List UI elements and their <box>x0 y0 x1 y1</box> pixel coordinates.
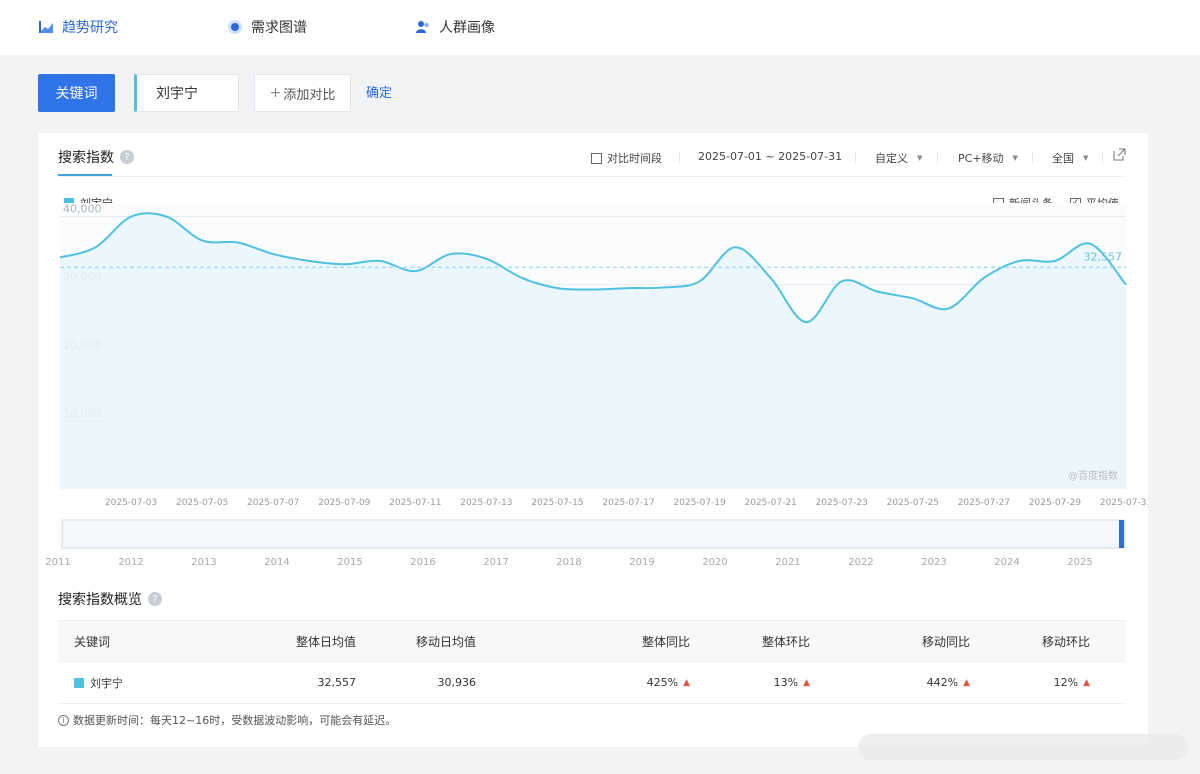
trend-chart-icon <box>38 19 54 35</box>
nav-demand-label: 需求图谱 <box>251 20 307 36</box>
year-tick-label: 2024 <box>994 557 1019 568</box>
header-keyword: 关键词 <box>74 634 111 649</box>
nav-crowd-portrait[interactable]: 人群画像 <box>415 17 495 37</box>
row-keyword-label: 刘宇宁 <box>90 676 123 690</box>
year-tick-label: 2018 <box>556 557 581 568</box>
table-row: 刘宇宁 32,557 30,936 425% ▲ 13% ▲ 442% ▲ 12% ▲ <box>58 662 1126 704</box>
header-overall-yoy: 整体同比 <box>641 634 690 649</box>
row-overall-yoy: 425% ▲ <box>598 662 690 703</box>
nav-demand-graph[interactable]: 需求图谱 <box>227 17 307 37</box>
nav-trend-label: 趋势研究 <box>62 20 118 36</box>
header-mobile-yoy: 移动同比 <box>921 634 970 649</box>
keyword-swatch <box>74 677 84 688</box>
year-tick-label: 2014 <box>264 557 289 568</box>
average-label: 32,557 <box>1084 250 1123 263</box>
y-tick-label: 40,000 <box>63 203 102 216</box>
year-tick-label: 2019 <box>629 557 654 568</box>
year-tick-label: 2022 <box>848 557 873 568</box>
overview-title: 搜索指数概览 ? <box>58 589 162 609</box>
mobile-mom-value: 12% <box>1053 676 1079 689</box>
overall-mom-value: 13% <box>773 676 799 689</box>
x-tick-label: 2025-07-11 <box>389 498 441 508</box>
x-tick-label: 2025-07-27 <box>958 498 1010 508</box>
x-tick-label: 2025-07-03 <box>105 498 157 508</box>
x-tick-label: 2025-07-31 <box>1100 498 1148 508</box>
nav-crowd-label: 人群画像 <box>439 20 495 36</box>
year-tick-label: 2015 <box>337 557 362 568</box>
info-icon: i <box>58 714 69 726</box>
row-mobile-avg: 30,936 <box>437 676 477 689</box>
year-tick-label: 2017 <box>483 557 508 568</box>
x-tick-label: 2025-07-23 <box>816 498 868 508</box>
row-keyword: 刘宇宁 <box>74 662 123 703</box>
year-tick-label: 2020 <box>702 557 727 568</box>
arrow-up-icon: ▲ <box>803 677 810 688</box>
x-tick-label: 2025-07-21 <box>745 498 797 508</box>
header-overall-mom: 整体环比 <box>761 634 810 649</box>
top-nav: 趋势研究 需求图谱 人群画像 <box>0 0 1200 55</box>
confirm-link[interactable]: 确定 <box>366 82 392 101</box>
header-mobile-mom: 移动环比 <box>1041 634 1090 649</box>
search-index-chart: 10,00020,00030,00040,00032,557@百度指数2025-… <box>45 203 1148 568</box>
plus-icon: + <box>269 85 282 101</box>
range-slider-handle <box>1119 520 1124 548</box>
arrow-up-icon: ▲ <box>683 677 690 688</box>
header-mobile-avg: 移动日均值 <box>415 634 476 649</box>
x-tick-label: 2025-07-07 <box>247 498 299 508</box>
x-tick-label: 2025-07-19 <box>673 498 726 508</box>
row-overall-mom: 13% ▲ <box>718 662 810 703</box>
year-tick-label: 2011 <box>45 557 70 568</box>
keyword-input[interactable]: 刘宇宁 <box>134 74 239 112</box>
row-mobile-mom: 12% ▲ <box>998 662 1090 703</box>
keyword-button[interactable]: 关键词 <box>38 74 115 112</box>
mobile-yoy-value: 442% <box>926 676 959 689</box>
overview-header-row: 关键词 整体日均值 移动日均值 整体同比 整体环比 移动同比 移动环比 <box>58 620 1126 662</box>
x-tick-label: 2025-07-13 <box>460 498 512 508</box>
year-tick-label: 2012 <box>118 557 143 568</box>
x-tick-label: 2025-07-29 <box>1029 498 1082 508</box>
update-note-text: 数据更新时间：每天12~16时，受数据波动影响，可能会有延迟。 <box>73 714 397 727</box>
search-index-panel: 搜索指数 ? 对比时间段 2025-07-01 ~ 2025-07-31 自定义… <box>38 133 1148 747</box>
update-note: i 数据更新时间：每天12~16时，受数据波动影响，可能会有延迟。 <box>58 712 396 728</box>
help-icon[interactable]: ? <box>148 592 162 606</box>
year-tick-label: 2023 <box>921 557 946 568</box>
user-icon <box>415 19 431 35</box>
row-overall-avg: 32,557 <box>317 676 357 689</box>
arrow-up-icon: ▲ <box>963 677 970 688</box>
add-compare-button[interactable]: + 添加对比 <box>254 74 351 112</box>
overall-yoy-value: 425% <box>646 676 679 689</box>
range-slider <box>61 519 1126 549</box>
x-tick-label: 2025-07-17 <box>602 498 654 508</box>
watermark-label: @百度指数 <box>1068 469 1118 482</box>
header-overall-avg: 整体日均值 <box>295 634 356 649</box>
overview-table: 关键词 整体日均值 移动日均值 整体同比 整体环比 移动同比 移动环比 刘宇宁 … <box>58 620 1126 704</box>
radar-icon <box>227 19 243 35</box>
year-tick-label: 2016 <box>410 557 435 568</box>
overview-title-label: 搜索指数概览 <box>58 592 142 608</box>
year-tick-label: 2025 <box>1067 557 1092 568</box>
x-tick-label: 2025-07-25 <box>887 498 939 508</box>
year-tick-label: 2013 <box>191 557 216 568</box>
watermark-bar <box>858 734 1188 760</box>
x-tick-label: 2025-07-09 <box>318 498 371 508</box>
row-mobile-yoy: 442% ▲ <box>878 662 970 703</box>
x-tick-label: 2025-07-15 <box>531 498 583 508</box>
nav-trend-research[interactable]: 趋势研究 <box>38 17 118 37</box>
x-tick-label: 2025-07-05 <box>176 498 228 508</box>
add-compare-label: 添加对比 <box>283 87 336 103</box>
arrow-up-icon: ▲ <box>1083 677 1090 688</box>
year-tick-label: 2021 <box>775 557 800 568</box>
